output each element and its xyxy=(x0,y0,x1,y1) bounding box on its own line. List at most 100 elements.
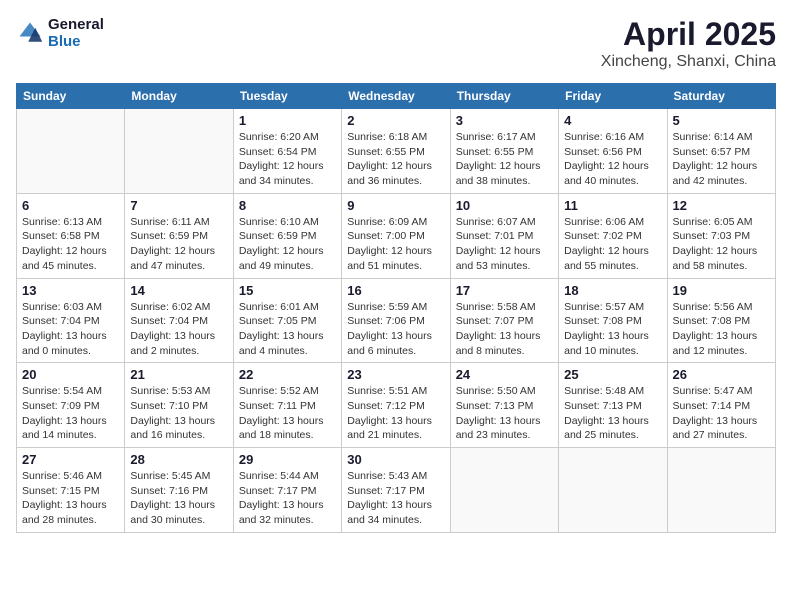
day-info: Sunrise: 6:01 AMSunset: 7:05 PMDaylight:… xyxy=(239,300,336,359)
weekday-row: SundayMondayTuesdayWednesdayThursdayFrid… xyxy=(17,84,776,109)
calendar-cell: 6 Sunrise: 6:13 AMSunset: 6:58 PMDaylight… xyxy=(17,193,125,278)
calendar-cell: 22Sunrise: 5:52 AMSunset: 7:11 PMDayligh… xyxy=(233,363,341,448)
calendar-cell: 1 Sunrise: 6:20 AMSunset: 6:54 PMDaylight… xyxy=(233,109,341,194)
day-info: Sunrise: 6:10 AMSunset: 6:59 PMDaylight:… xyxy=(239,215,336,274)
day-number: 16 xyxy=(347,283,444,298)
day-number: 18 xyxy=(564,283,661,298)
weekday-header: Sunday xyxy=(17,84,125,109)
day-info: Sunrise: 6:14 AMSunset: 6:57 PMDaylight:… xyxy=(673,130,770,189)
day-info: Sunrise: 6:03 AMSunset: 7:04 PMDaylight:… xyxy=(22,300,119,359)
day-info: Sunrise: 6:18 AMSunset: 6:55 PMDaylight:… xyxy=(347,130,444,189)
day-info: Sunrise: 5:45 AMSunset: 7:16 PMDaylight:… xyxy=(130,469,227,528)
calendar-cell: 17 Sunrise: 5:58 AMSunset: 7:07 PMDayligh… xyxy=(450,278,558,363)
title-section: April 2025 Xincheng, Shanxi, China xyxy=(601,16,776,71)
day-number: 27 xyxy=(22,452,119,467)
calendar-cell: 9Sunrise: 6:09 AMSunset: 7:00 PMDaylight… xyxy=(342,193,450,278)
calendar-cell: 8 Sunrise: 6:10 AMSunset: 6:59 PMDaylight… xyxy=(233,193,341,278)
day-number: 29 xyxy=(239,452,336,467)
logo: General Blue xyxy=(16,16,104,50)
day-info: Sunrise: 5:47 AMSunset: 7:14 PMDaylight:… xyxy=(673,384,770,443)
day-info: Sunrise: 6:09 AMSunset: 7:00 PMDaylight:… xyxy=(347,215,444,274)
day-number: 30 xyxy=(347,452,444,467)
day-number: 13 xyxy=(22,283,119,298)
day-info: Sunrise: 6:17 AMSunset: 6:55 PMDaylight:… xyxy=(456,130,553,189)
logo-general-text: General xyxy=(48,16,104,33)
calendar-cell: 29 Sunrise: 5:44 AMSunset: 7:17 PMDayligh… xyxy=(233,448,341,533)
day-number: 1 xyxy=(239,113,336,128)
calendar-cell: 18Sunrise: 5:57 AMSunset: 7:08 PMDayligh… xyxy=(559,278,667,363)
day-info: Sunrise: 6:11 AMSunset: 6:59 PMDaylight:… xyxy=(130,215,227,274)
calendar-cell: 30Sunrise: 5:43 AMSunset: 7:17 PMDayligh… xyxy=(342,448,450,533)
day-number: 23 xyxy=(347,367,444,382)
day-info: Sunrise: 6:07 AMSunset: 7:01 PMDaylight:… xyxy=(456,215,553,274)
calendar-cell: 24 Sunrise: 5:50 AMSunset: 7:13 PMDayligh… xyxy=(450,363,558,448)
day-number: 12 xyxy=(673,198,770,213)
logo-blue-text: Blue xyxy=(48,33,104,50)
day-number: 6 xyxy=(22,198,119,213)
day-info: Sunrise: 5:51 AMSunset: 7:12 PMDaylight:… xyxy=(347,384,444,443)
day-number: 3 xyxy=(456,113,553,128)
calendar-cell: 3 Sunrise: 6:17 AMSunset: 6:55 PMDaylight… xyxy=(450,109,558,194)
day-info: Sunrise: 6:20 AMSunset: 6:54 PMDaylight:… xyxy=(239,130,336,189)
calendar-cell xyxy=(450,448,558,533)
weekday-header: Tuesday xyxy=(233,84,341,109)
calendar-cell xyxy=(559,448,667,533)
calendar-cell: 7Sunrise: 6:11 AMSunset: 6:59 PMDaylight… xyxy=(125,193,233,278)
calendar-cell: 2Sunrise: 6:18 AMSunset: 6:55 PMDaylight… xyxy=(342,109,450,194)
day-number: 11 xyxy=(564,198,661,213)
day-info: Sunrise: 5:54 AMSunset: 7:09 PMDaylight:… xyxy=(22,384,119,443)
calendar-cell: 5 Sunrise: 6:14 AMSunset: 6:57 PMDaylight… xyxy=(667,109,775,194)
calendar-week-row: 20Sunrise: 5:54 AMSunset: 7:09 PMDayligh… xyxy=(17,363,776,448)
day-number: 17 xyxy=(456,283,553,298)
logo-icon xyxy=(16,19,44,47)
calendar-cell: 12 Sunrise: 6:05 AMSunset: 7:03 PMDayligh… xyxy=(667,193,775,278)
day-info: Sunrise: 5:46 AMSunset: 7:15 PMDaylight:… xyxy=(22,469,119,528)
calendar-cell: 16 Sunrise: 5:59 AMSunset: 7:06 PMDayligh… xyxy=(342,278,450,363)
calendar-cell: 23 Sunrise: 5:51 AMSunset: 7:12 PMDayligh… xyxy=(342,363,450,448)
day-info: Sunrise: 5:59 AMSunset: 7:06 PMDaylight:… xyxy=(347,300,444,359)
calendar-week-row: 13 Sunrise: 6:03 AMSunset: 7:04 PMDayligh… xyxy=(17,278,776,363)
calendar-cell: 4 Sunrise: 6:16 AMSunset: 6:56 PMDaylight… xyxy=(559,109,667,194)
day-number: 15 xyxy=(239,283,336,298)
day-info: Sunrise: 6:13 AMSunset: 6:58 PMDaylight:… xyxy=(22,215,119,274)
calendar-cell: 28 Sunrise: 5:45 AMSunset: 7:16 PMDayligh… xyxy=(125,448,233,533)
weekday-header: Friday xyxy=(559,84,667,109)
day-info: Sunrise: 6:05 AMSunset: 7:03 PMDaylight:… xyxy=(673,215,770,274)
day-info: Sunrise: 5:50 AMSunset: 7:13 PMDaylight:… xyxy=(456,384,553,443)
weekday-header: Monday xyxy=(125,84,233,109)
weekday-header: Wednesday xyxy=(342,84,450,109)
day-info: Sunrise: 6:06 AMSunset: 7:02 PMDaylight:… xyxy=(564,215,661,274)
weekday-header: Thursday xyxy=(450,84,558,109)
logo-text: General Blue xyxy=(48,16,104,50)
day-number: 25 xyxy=(564,367,661,382)
day-info: Sunrise: 5:44 AMSunset: 7:17 PMDaylight:… xyxy=(239,469,336,528)
day-number: 21 xyxy=(130,367,227,382)
day-info: Sunrise: 5:58 AMSunset: 7:07 PMDaylight:… xyxy=(456,300,553,359)
day-number: 8 xyxy=(239,198,336,213)
day-info: Sunrise: 6:16 AMSunset: 6:56 PMDaylight:… xyxy=(564,130,661,189)
calendar-cell xyxy=(17,109,125,194)
calendar-table: SundayMondayTuesdayWednesdayThursdayFrid… xyxy=(16,83,776,533)
calendar-cell: 13 Sunrise: 6:03 AMSunset: 7:04 PMDayligh… xyxy=(17,278,125,363)
calendar-week-row: 1 Sunrise: 6:20 AMSunset: 6:54 PMDaylight… xyxy=(17,109,776,194)
month-title: April 2025 xyxy=(601,16,776,53)
calendar-cell: 11 Sunrise: 6:06 AMSunset: 7:02 PMDayligh… xyxy=(559,193,667,278)
calendar-cell: 15 Sunrise: 6:01 AMSunset: 7:05 PMDayligh… xyxy=(233,278,341,363)
day-number: 5 xyxy=(673,113,770,128)
day-info: Sunrise: 6:02 AMSunset: 7:04 PMDaylight:… xyxy=(130,300,227,359)
day-number: 10 xyxy=(456,198,553,213)
calendar-week-row: 27 Sunrise: 5:46 AMSunset: 7:15 PMDayligh… xyxy=(17,448,776,533)
calendar-cell xyxy=(667,448,775,533)
day-number: 14 xyxy=(130,283,227,298)
day-info: Sunrise: 5:48 AMSunset: 7:13 PMDaylight:… xyxy=(564,384,661,443)
day-info: Sunrise: 5:53 AMSunset: 7:10 PMDaylight:… xyxy=(130,384,227,443)
calendar-cell: 27 Sunrise: 5:46 AMSunset: 7:15 PMDayligh… xyxy=(17,448,125,533)
day-info: Sunrise: 5:56 AMSunset: 7:08 PMDaylight:… xyxy=(673,300,770,359)
day-number: 26 xyxy=(673,367,770,382)
calendar-cell: 25 Sunrise: 5:48 AMSunset: 7:13 PMDayligh… xyxy=(559,363,667,448)
day-number: 28 xyxy=(130,452,227,467)
day-number: 4 xyxy=(564,113,661,128)
day-number: 19 xyxy=(673,283,770,298)
day-number: 24 xyxy=(456,367,553,382)
calendar-week-row: 6 Sunrise: 6:13 AMSunset: 6:58 PMDaylight… xyxy=(17,193,776,278)
